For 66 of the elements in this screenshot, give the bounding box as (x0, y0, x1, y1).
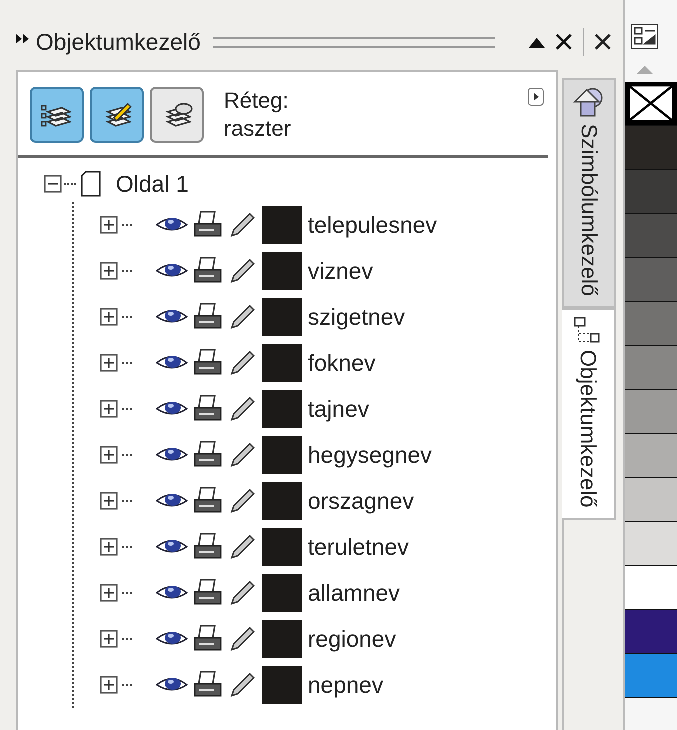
no-color-swatch[interactable] (625, 82, 677, 126)
expand-icon[interactable] (100, 492, 118, 510)
close-icon[interactable] (594, 33, 612, 51)
palette-swatch[interactable] (625, 214, 677, 258)
layer-item[interactable]: nepnev (308, 672, 384, 698)
layer-item[interactable]: tajnev (308, 396, 370, 422)
flyout-menu-icon[interactable] (528, 88, 544, 106)
expand-icon[interactable] (100, 584, 118, 602)
expand-icon[interactable] (100, 308, 118, 326)
grip-handle[interactable] (212, 36, 495, 48)
pencil-icon[interactable] (228, 486, 256, 516)
docker-tab[interactable]: Objektumkezelő (562, 308, 616, 520)
palette-menu-icon[interactable] (631, 24, 659, 50)
expand-icon[interactable] (100, 354, 118, 372)
layer-item[interactable]: viznev (308, 258, 374, 284)
expand-icon[interactable] (100, 262, 118, 280)
page-icon (80, 171, 102, 197)
layer-name: raszter (224, 114, 292, 142)
pencil-icon[interactable] (228, 532, 256, 562)
palette-swatch[interactable] (625, 522, 677, 566)
expand-icon[interactable] (100, 446, 118, 464)
palette-swatch[interactable] (625, 610, 677, 654)
layer-item[interactable]: telepulesnev (308, 212, 438, 238)
pencil-icon[interactable] (228, 440, 256, 470)
layer-item[interactable]: allamnev (308, 580, 400, 606)
shapes-icon (573, 86, 605, 120)
palette-swatch[interactable] (625, 258, 677, 302)
layer-view-button[interactable] (150, 86, 204, 142)
palette-swatch[interactable] (625, 170, 677, 214)
layer-item[interactable]: hegysegnev (308, 442, 432, 468)
expand-icon[interactable] (100, 630, 118, 648)
expand-icon[interactable] (100, 400, 118, 418)
layer-item[interactable]: foknev (308, 350, 376, 376)
palette-swatch[interactable] (625, 302, 677, 346)
palette-swatch[interactable] (625, 434, 677, 478)
palette-swatch[interactable] (625, 390, 677, 434)
pencil-icon[interactable] (228, 394, 256, 424)
pencil-icon[interactable] (228, 578, 256, 608)
palette-swatch[interactable] (625, 346, 677, 390)
pencil-icon[interactable] (228, 302, 256, 332)
pencil-icon[interactable] (228, 256, 256, 286)
palette-swatch[interactable] (625, 478, 677, 522)
layer-item[interactable]: regionev (308, 626, 396, 652)
docker-title: Objektumkezelő (36, 28, 201, 56)
expand-icon[interactable] (100, 538, 118, 556)
layer-item[interactable]: orszagnev (308, 488, 414, 514)
close-icon[interactable] (555, 33, 573, 51)
palette-swatch[interactable] (625, 566, 677, 610)
expand-icon[interactable] (100, 676, 118, 694)
expand-arrows-icon[interactable] (16, 34, 30, 44)
layer-item[interactable]: szigetnev (308, 304, 406, 330)
layer-item[interactable]: teruletnev (308, 534, 410, 560)
collapse-icon[interactable] (44, 175, 62, 193)
pencil-icon[interactable] (228, 670, 256, 700)
expand-icon[interactable] (100, 216, 118, 234)
pencil-icon[interactable] (228, 210, 256, 240)
docker-tab[interactable]: Szimbólumkezelő (562, 78, 616, 308)
page-name[interactable]: Oldal 1 (116, 170, 189, 198)
layer-view-button[interactable] (30, 86, 84, 142)
pencil-icon[interactable] (228, 624, 256, 654)
palette-swatch[interactable] (625, 126, 677, 170)
collapse-arrow-icon[interactable] (529, 36, 545, 48)
layer-view-button[interactable] (90, 86, 144, 142)
palette-swatch[interactable] (625, 654, 677, 698)
pencil-icon[interactable] (228, 348, 256, 378)
layer-label: Réteg: (224, 87, 290, 114)
